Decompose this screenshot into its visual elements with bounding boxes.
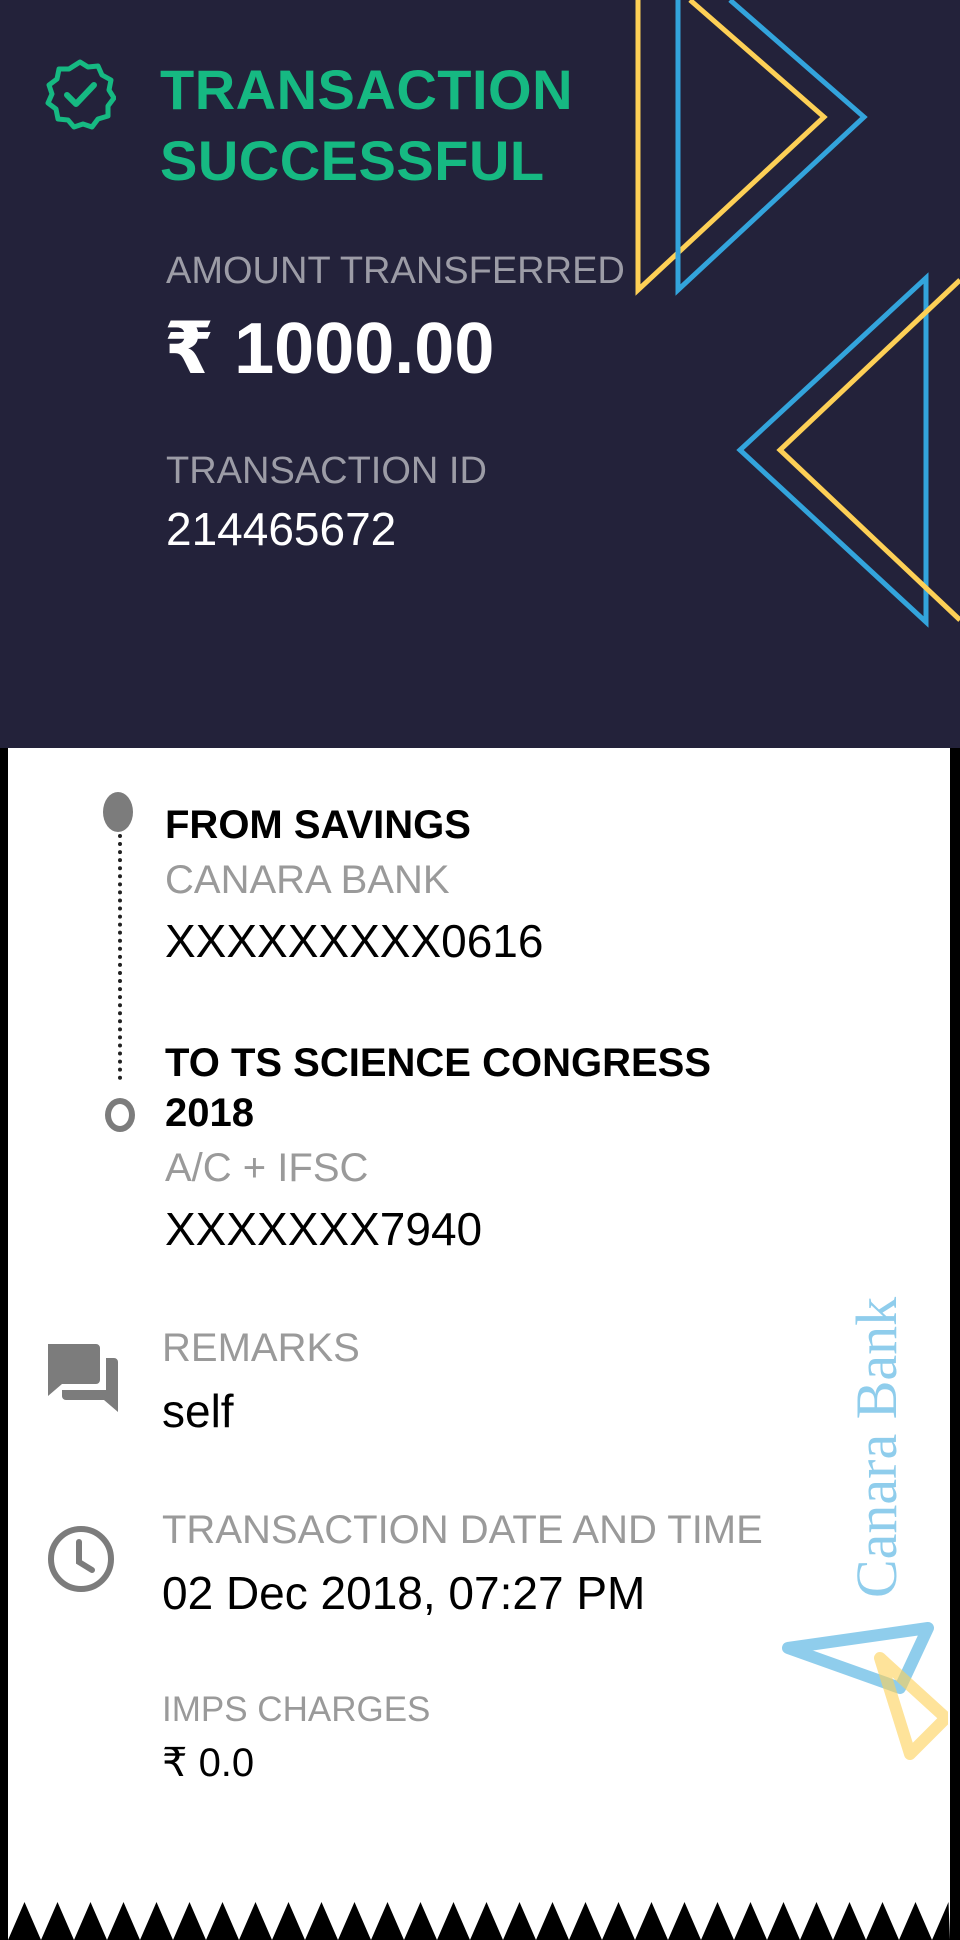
success-check-icon (45, 59, 116, 130)
timeline-line (118, 834, 122, 1080)
chat-icon (48, 1344, 118, 1412)
to-title: TO TS SCIENCE CONGRESS 2018 (165, 1038, 711, 1138)
charges-label: IMPS CHARGES (162, 1690, 431, 1729)
transaction-id-label: TRANSACTION ID (166, 450, 487, 492)
amount-value: ₹ 1000.00 (164, 309, 495, 389)
timeline-end-dot (105, 1098, 135, 1132)
transaction-id-value: 214465672 (166, 503, 397, 555)
to-title-line2: 2018 (165, 1091, 254, 1135)
transaction-details-card: FROM SAVINGS CANARA BANK XXXXXXXXX0616 T… (8, 748, 950, 1940)
to-type-label: A/C + IFSC (165, 1146, 369, 1190)
clock-icon (48, 1526, 114, 1592)
remarks-value: self (162, 1385, 234, 1437)
canara-bank-watermark: Canara Bank (782, 1297, 948, 1760)
from-account: XXXXXXXXX0616 (165, 915, 544, 967)
to-account: XXXXXXX7940 (165, 1203, 483, 1255)
transaction-header: TRANSACTION SUCCESSFUL AMOUNT TRANSFERRE… (0, 0, 960, 748)
from-title: FROM SAVINGS (165, 803, 471, 847)
remarks-label: REMARKS (162, 1326, 360, 1370)
from-bank: CANARA BANK (165, 858, 450, 902)
datetime-label: TRANSACTION DATE AND TIME (162, 1508, 763, 1552)
to-title-line1: TO TS SCIENCE CONGRESS (165, 1041, 712, 1085)
receipt-edge (8, 1902, 950, 1940)
amount-label: AMOUNT TRANSFERRED (166, 250, 625, 292)
page-title: TRANSACTION SUCCESSFUL (160, 54, 573, 196)
timeline-start-dot (103, 792, 133, 832)
status-title-line1: TRANSACTION (160, 58, 574, 121)
datetime-value: 02 Dec 2018, 07:27 PM (162, 1567, 646, 1619)
status-title-line2: SUCCESSFUL (160, 129, 545, 192)
watermark-text: Canara Bank (844, 1297, 909, 1598)
charges-value: ₹ 0.0 (162, 1741, 255, 1785)
